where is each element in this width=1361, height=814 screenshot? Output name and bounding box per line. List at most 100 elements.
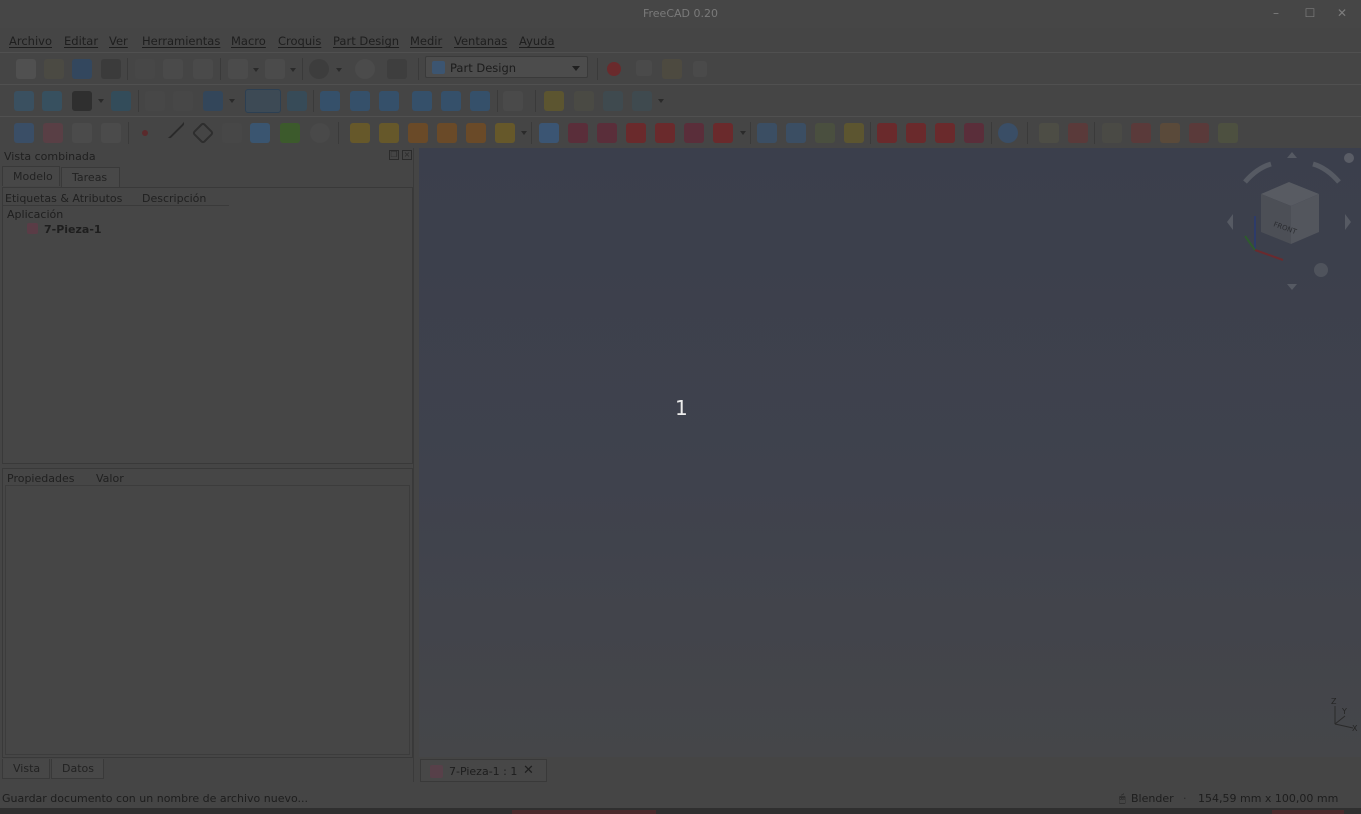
tree-item-document[interactable]: 7-Pieza-1 — [44, 223, 102, 236]
right-view-icon[interactable] — [379, 91, 399, 111]
bounding-box-icon[interactable] — [111, 91, 131, 111]
workbench-selector[interactable]: Part Design — [425, 56, 588, 78]
sub-shape-binder-icon[interactable] — [250, 123, 270, 143]
subtractive-helix-icon[interactable] — [684, 123, 704, 143]
draw-style-icon[interactable] — [72, 91, 92, 111]
menu-herramientas[interactable]: Herramientas — [142, 34, 220, 48]
measure-toggle-all-icon[interactable] — [1160, 123, 1180, 143]
cut-icon[interactable] — [135, 59, 155, 79]
link-dropdown-icon[interactable] — [229, 99, 235, 103]
clone-icon[interactable] — [280, 123, 300, 143]
measure-toggle-delta-icon[interactable] — [1218, 123, 1238, 143]
top-view-icon[interactable] — [350, 91, 370, 111]
revolution-icon[interactable] — [379, 123, 399, 143]
draft-icon[interactable] — [935, 123, 955, 143]
undock-icon[interactable]: ❐ — [389, 150, 399, 160]
create-body-icon[interactable] — [14, 123, 34, 143]
tab-tareas[interactable]: Tareas — [61, 167, 120, 187]
panel-splitter[interactable] — [413, 148, 414, 782]
std-view-menu-icon[interactable] — [245, 89, 281, 113]
pocket-icon[interactable] — [539, 123, 559, 143]
stop-macro-icon[interactable] — [636, 60, 652, 76]
isometric-view-icon[interactable] — [287, 91, 307, 111]
macros-icon[interactable] — [662, 59, 682, 79]
menu-part-design[interactable]: Part Design — [333, 34, 399, 48]
column-properties[interactable]: Propiedades — [7, 472, 74, 485]
save-document-icon[interactable] — [72, 59, 92, 79]
record-macro-icon[interactable] — [607, 62, 621, 76]
column-value[interactable]: Valor — [96, 472, 124, 485]
subtractive-primitive-dropdown-icon[interactable] — [740, 131, 746, 135]
measure-angular-icon[interactable] — [1068, 123, 1088, 143]
menu-macro[interactable]: Macro — [231, 34, 266, 48]
menu-ventanas[interactable]: Ventanas — [454, 34, 507, 48]
thickness-icon[interactable] — [964, 123, 984, 143]
polar-pattern-icon[interactable] — [815, 123, 835, 143]
left-view-icon[interactable] — [470, 91, 490, 111]
redo-dropdown-icon[interactable] — [290, 68, 296, 72]
menu-croquis[interactable]: Croquis — [278, 34, 321, 48]
sprocket-icon[interactable] — [310, 123, 330, 143]
execute-macro-icon[interactable] — [693, 61, 707, 77]
undo-icon[interactable] — [228, 59, 248, 79]
tab-modelo[interactable]: Modelo — [2, 166, 60, 186]
local-coordinate-system-icon[interactable] — [222, 123, 242, 143]
forward-icon[interactable] — [173, 91, 193, 111]
create-group-icon[interactable] — [574, 91, 594, 111]
draw-style-dropdown-icon[interactable] — [98, 99, 104, 103]
maximize-icon[interactable]: ☐ — [1301, 5, 1319, 21]
rear-view-icon[interactable] — [412, 91, 432, 111]
subtractive-primitive-icon[interactable] — [713, 123, 733, 143]
print-icon[interactable] — [101, 59, 121, 79]
additive-primitive-dropdown-icon[interactable] — [521, 131, 527, 135]
menu-editar[interactable]: Editar — [64, 34, 98, 48]
groove-icon[interactable] — [597, 123, 617, 143]
open-document-icon[interactable] — [44, 59, 64, 79]
datum-point-icon[interactable] — [142, 130, 148, 136]
link-actions-icon[interactable] — [632, 91, 652, 111]
additive-helix-icon[interactable] — [466, 123, 486, 143]
datum-plane-icon[interactable] — [191, 121, 215, 145]
create-sketch-icon[interactable] — [43, 123, 63, 143]
mirrored-icon[interactable] — [757, 123, 777, 143]
menu-ayuda[interactable]: Ayuda — [519, 34, 555, 48]
linear-pattern-icon[interactable] — [786, 123, 806, 143]
column-description[interactable]: Descripción — [142, 192, 206, 205]
measure-refresh-icon[interactable] — [1102, 123, 1122, 143]
front-view-icon[interactable] — [320, 91, 340, 111]
minimize-icon[interactable]: – — [1267, 5, 1285, 21]
make-link-icon[interactable] — [603, 91, 623, 111]
create-part-icon[interactable] — [544, 91, 564, 111]
back-icon[interactable] — [145, 91, 165, 111]
additive-primitive-icon[interactable] — [495, 123, 515, 143]
measure-clear-icon[interactable] — [1131, 123, 1151, 143]
multi-transform-icon[interactable] — [844, 123, 864, 143]
hole-icon[interactable] — [568, 123, 588, 143]
tab-datos[interactable]: Datos — [51, 759, 104, 779]
redo-icon[interactable] — [265, 59, 285, 79]
validate-sketch-icon[interactable] — [72, 123, 92, 143]
tab-vista[interactable]: Vista — [2, 759, 50, 779]
whats-this-icon[interactable] — [387, 59, 407, 79]
paste-icon[interactable] — [193, 59, 213, 79]
boolean-icon[interactable] — [998, 123, 1018, 143]
subtractive-pipe-icon[interactable] — [655, 123, 675, 143]
stop-icon[interactable] — [355, 59, 375, 79]
menu-ver[interactable]: Ver — [109, 34, 128, 48]
measure-toggle-3d-icon[interactable] — [1189, 123, 1209, 143]
close-icon[interactable]: ✕ — [1333, 5, 1351, 21]
chamfer-icon[interactable] — [906, 123, 926, 143]
measure-linear-icon[interactable] — [1039, 123, 1059, 143]
menu-medir[interactable]: Medir — [410, 34, 442, 48]
additive-loft-icon[interactable] — [408, 123, 428, 143]
copy-icon[interactable] — [163, 59, 183, 79]
fillet-icon[interactable] — [877, 123, 897, 143]
link-navigation-icon[interactable] — [203, 91, 223, 111]
navigation-style[interactable]: Blender — [1131, 792, 1174, 805]
pad-icon[interactable] — [350, 123, 370, 143]
refresh-icon[interactable] — [309, 59, 329, 79]
navigation-cube[interactable]: FRONT — [1227, 152, 1357, 290]
close-tab-icon[interactable]: ✕ — [523, 763, 534, 778]
measure-distance-icon[interactable] — [503, 91, 523, 111]
datum-line-icon[interactable] — [162, 116, 186, 140]
